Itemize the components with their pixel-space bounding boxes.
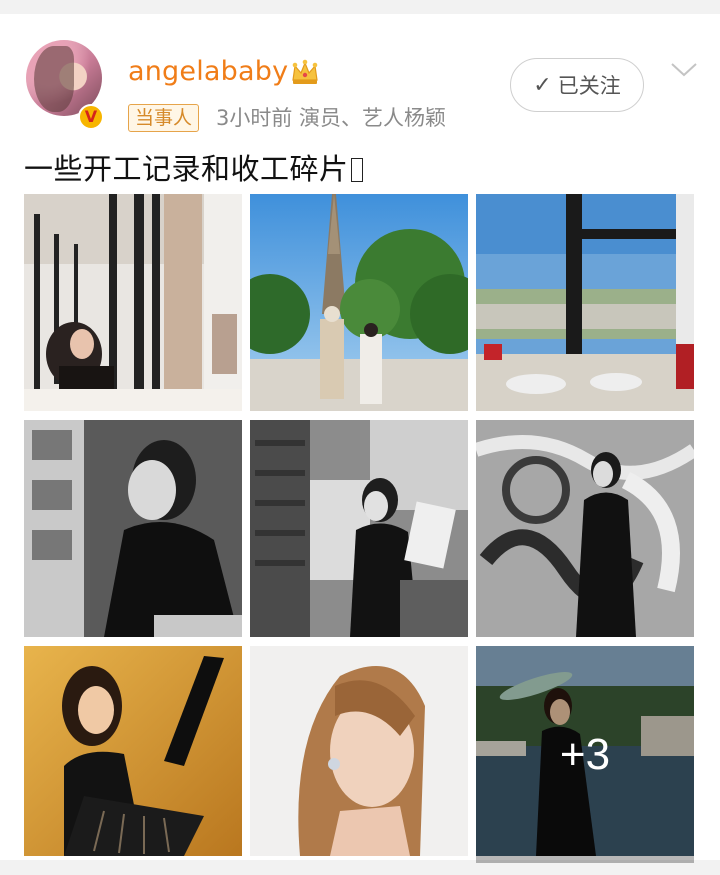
photo-thumbnail-1[interactable]: [24, 194, 242, 411]
photo-4-image: [24, 420, 242, 637]
weibo-post-card: V angelababy 当事人 3小时前 演员、艺人杨颖 ✓ 已关注 一些开工…: [0, 14, 720, 863]
follow-button[interactable]: ✓ 已关注: [510, 58, 644, 112]
post-time-and-source: 3小时前 演员、艺人杨颖: [216, 106, 447, 130]
photo-8-image: [250, 646, 468, 856]
photo-3-image: [476, 194, 694, 411]
username-link[interactable]: angelababy: [128, 56, 288, 87]
role-tag: 当事人: [128, 104, 200, 132]
photo-1-image: [24, 194, 242, 411]
photo-thumbnail-5[interactable]: [250, 420, 468, 637]
photo-thumbnail-2[interactable]: [250, 194, 468, 411]
photo-2-image: [250, 194, 468, 411]
photo-thumbnail-3[interactable]: [476, 194, 694, 411]
chevron-down-icon[interactable]: [670, 60, 698, 80]
verified-v-icon: V: [78, 104, 104, 130]
post-text-content: 一些开工记录和收工碎片: [24, 152, 349, 186]
photo-thumbnail-7[interactable]: [24, 646, 242, 863]
more-photos-count[interactable]: +3: [476, 646, 694, 863]
photo-6-image: [476, 420, 694, 637]
follow-button-label: 已关注: [557, 74, 621, 98]
crown-badge-icon: [292, 59, 318, 84]
photo-grid: +3: [24, 194, 695, 863]
check-icon: ✓: [533, 72, 552, 98]
photo-thumbnail-9[interactable]: +3: [476, 646, 694, 863]
photo-7-image: [24, 646, 242, 856]
missing-emoji-glyph: [350, 158, 363, 182]
photo-thumbnail-6[interactable]: [476, 420, 694, 637]
photo-thumbnail-4[interactable]: [24, 420, 242, 637]
photo-5-image: [250, 420, 468, 637]
photo-thumbnail-8[interactable]: [250, 646, 468, 863]
post-text: 一些开工记录和收工碎片: [24, 146, 363, 188]
